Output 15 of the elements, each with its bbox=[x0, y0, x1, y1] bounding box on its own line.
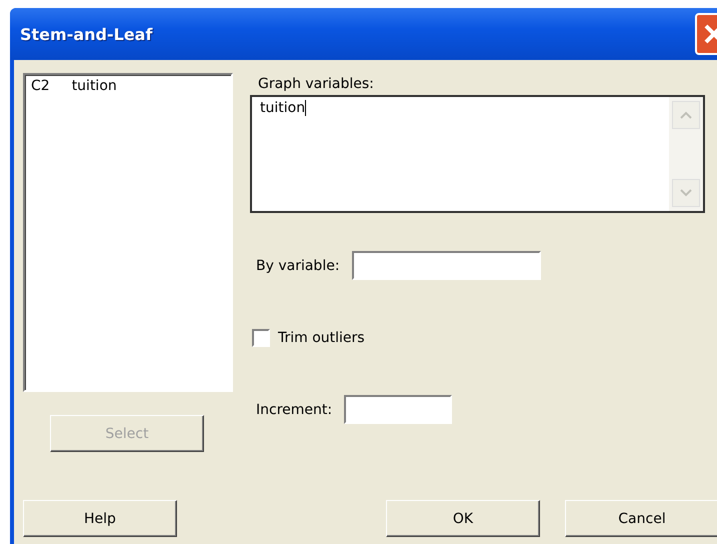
trim-outliers-label: Trim outliers bbox=[278, 330, 365, 346]
help-button[interactable]: Help bbox=[23, 500, 177, 537]
variable-list[interactable]: C2 tuition bbox=[23, 73, 233, 392]
cancel-button[interactable]: Cancel bbox=[565, 500, 717, 537]
graph-variables-field[interactable]: tuition bbox=[250, 95, 705, 213]
ok-button[interactable]: OK bbox=[386, 500, 540, 537]
by-variable-field[interactable] bbox=[352, 251, 541, 280]
scrollbar[interactable] bbox=[669, 97, 703, 211]
window-title: Stem-and-Leaf bbox=[20, 24, 152, 44]
increment-field[interactable] bbox=[344, 395, 452, 424]
variable-item[interactable]: C2 tuition bbox=[29, 77, 227, 95]
graph-variables-label: Graph variables: bbox=[258, 76, 375, 92]
by-variable-label: By variable: bbox=[256, 258, 340, 274]
trim-outliers-checkbox[interactable] bbox=[252, 329, 270, 347]
increment-label: Increment: bbox=[256, 402, 332, 418]
